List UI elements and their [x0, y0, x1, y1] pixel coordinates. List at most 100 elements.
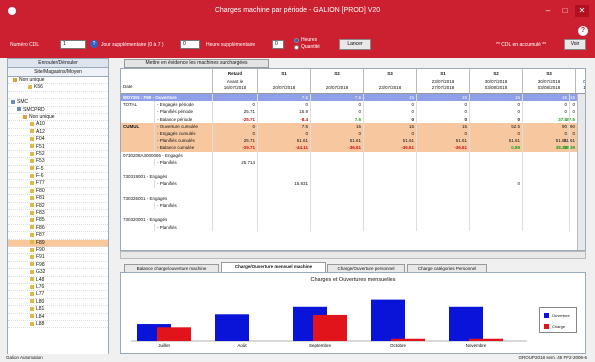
lancer-button[interactable]: Lancer — [339, 39, 371, 50]
tree-item[interactable]: F90 — [8, 247, 108, 255]
radio-heures[interactable] — [294, 38, 299, 43]
tree-item[interactable] — [8, 92, 108, 100]
tree-item[interactable]: Non unique — [8, 114, 108, 122]
grid-cell — [417, 187, 470, 195]
tree-item-label: L77 — [36, 291, 45, 298]
tree-item[interactable]: F77 — [8, 180, 108, 188]
toggle-tree-button[interactable]: Enrouler/Dérouler — [8, 59, 108, 68]
tree-item[interactable]: F86 — [8, 224, 108, 233]
tree-item[interactable]: L48 — [8, 277, 108, 284]
tree-item[interactable]: A10 — [8, 121, 108, 129]
highlight-overloaded-button[interactable]: Mettre en évidence les machines surcharg… — [124, 59, 269, 68]
grid-row[interactable]: 730319001 - Engagés — [121, 173, 585, 181]
horizontal-scrollbar[interactable] — [120, 251, 586, 259]
tree-item[interactable]: L77 — [8, 291, 108, 299]
tree-item[interactable]: F-5 — [8, 166, 108, 174]
grid-column-header[interactable]: S4 06/08/201810/08/2018 — [570, 69, 585, 94]
grid-column-header[interactable]: Date — [121, 69, 213, 94]
heure-supp-input[interactable]: 0 — [272, 40, 284, 49]
grid-row[interactable]: MOYEN : F89 - Ouverture 7.5 7.5 15 15 15 15 15 — [121, 94, 585, 102]
tree-item[interactable]: F81 — [8, 195, 108, 203]
cdl-notice: ** CDL en accumulé ** — [496, 42, 547, 48]
tree-item[interactable]: F82 — [8, 202, 108, 211]
column-d2: 23/07/2018 — [378, 85, 402, 90]
tree-item[interactable]: L76 — [8, 284, 108, 292]
grid-column-header[interactable]: Retard Avant le 16/07/2018 — [213, 69, 258, 94]
grid-row[interactable]: 0730208A3000066 - Engagés — [121, 151, 585, 159]
grid-cell — [364, 151, 417, 159]
grid-cell: 0 — [213, 101, 258, 109]
grid-row[interactable]: - Engagés cumulés 0 0 0 0 0 0 0 0 — [121, 130, 585, 138]
grid-cell — [213, 202, 258, 210]
grid-cell — [523, 158, 570, 166]
tree-item[interactable]: F53 — [8, 158, 108, 166]
cdl-input[interactable]: 1 — [60, 40, 86, 49]
tree-item[interactable]: F85 — [8, 217, 108, 225]
tree-item[interactable]: F87 — [8, 232, 108, 240]
grid-cell: -44.11 — [258, 144, 311, 152]
tree-item[interactable]: F04 — [8, 136, 108, 144]
tree-item-label: F86 — [36, 224, 45, 231]
tree-item[interactable]: SMC — [8, 99, 108, 107]
grid-row[interactable]: - Balance période -25.71 -8.4 7.5 0 0 0 37.5 37.… — [121, 115, 585, 123]
maximize-button[interactable]: □ — [558, 5, 572, 17]
column-top: S3 — [387, 71, 393, 76]
grid-column-header[interactable]: S1 23/07/2018 27/07/2018 — [417, 69, 470, 94]
grid-column-header[interactable]: S3 23/07/2018 — [364, 69, 417, 94]
tree-item[interactable]: F91 — [8, 254, 108, 262]
tree-item[interactable]: A12 — [8, 129, 108, 137]
tree-item[interactable]: G32 — [8, 269, 108, 277]
grid-row[interactable]: - Planifiés période 25.71 15.9 0 0 0 0 0 0 — [121, 108, 585, 116]
jour-supp-input[interactable]: 0 — [180, 40, 200, 49]
grid-cell — [213, 173, 258, 181]
help-icon[interactable]: ? — [578, 26, 588, 36]
grid-cell: 38.39 — [523, 144, 570, 152]
vertical-scrollbar[interactable] — [577, 94, 585, 250]
grid-row[interactable]: TOTAL - Engagés période 0 0 0 0 0 0 0 0 — [121, 101, 585, 109]
grid-cell — [311, 202, 364, 210]
grid-row[interactable]: - Planifiés — [121, 202, 585, 210]
tree-item[interactable]: L84 — [8, 314, 108, 321]
tree-item[interactable]: F98 — [8, 262, 108, 270]
grid-row[interactable]: 730326001 - Engagés — [121, 194, 585, 202]
tree-item[interactable]: Non unique — [8, 77, 108, 85]
grid-row[interactable]: - Planifiés — [121, 223, 585, 231]
grid-cell — [213, 180, 258, 188]
bar-charge-3 — [391, 338, 425, 341]
grid-row[interactable]: - Planifiés 25.714 — [121, 158, 585, 166]
close-button[interactable]: ✕ — [575, 5, 589, 17]
computer-icon — [11, 99, 15, 104]
grid-column-header[interactable]: S2 20/07/2018 — [311, 69, 364, 94]
tree-item[interactable]: F51 — [8, 144, 108, 151]
grid-cell — [311, 216, 364, 224]
radio-quantite[interactable] — [294, 45, 299, 50]
grid-row[interactable] — [121, 209, 585, 217]
machine-icon — [30, 158, 34, 163]
tree-item[interactable]: L80 — [8, 299, 108, 307]
tree-item[interactable]: F80 — [8, 188, 108, 196]
tree-item[interactable]: L81 — [8, 306, 108, 314]
grid-row[interactable] — [121, 187, 585, 195]
voir-button[interactable]: Voir — [564, 39, 586, 50]
grid-row[interactable]: CUMUL - Ouverture cumulée 0 7.5 15 15 15 52.5 90… — [121, 122, 585, 130]
minimize-button[interactable]: – — [541, 5, 555, 17]
grid-column-header[interactable]: S1 20/07/2018 — [258, 69, 311, 94]
grid-cell — [364, 202, 417, 210]
info-icon[interactable]: ? — [90, 40, 98, 48]
grid-column-header[interactable]: S3 30/07/2018 03/08/2018 — [523, 69, 576, 94]
grid-row[interactable] — [121, 166, 585, 174]
tree-item-label: F82 — [36, 202, 45, 209]
tree-item[interactable]: SMCPRD — [8, 107, 108, 114]
tree-item[interactable]: F-6 — [8, 173, 108, 181]
grid-row[interactable]: 730320001 - Engagés — [121, 216, 585, 224]
grid-column-header[interactable]: S2 30/07/2018 03/08/2018 — [470, 69, 523, 94]
grid-row[interactable]: - Balance cumulée -25.71 -44.11 -36.61 -36.6… — [121, 144, 585, 152]
grid-cell — [470, 151, 523, 159]
tree-item[interactable]: L88 — [8, 321, 108, 329]
tree-item[interactable]: F52 — [8, 151, 108, 159]
tree-item[interactable]: K56 — [8, 84, 108, 92]
tree-item[interactable]: F89 — [8, 239, 108, 247]
tree-item[interactable]: F83 — [8, 210, 108, 218]
grid-row[interactable]: - Planifiés cumulés 25.71 51.61 51.61 51.61 5… — [121, 137, 585, 145]
grid-row[interactable]: - Planifiés 15.931 0 — [121, 180, 585, 188]
